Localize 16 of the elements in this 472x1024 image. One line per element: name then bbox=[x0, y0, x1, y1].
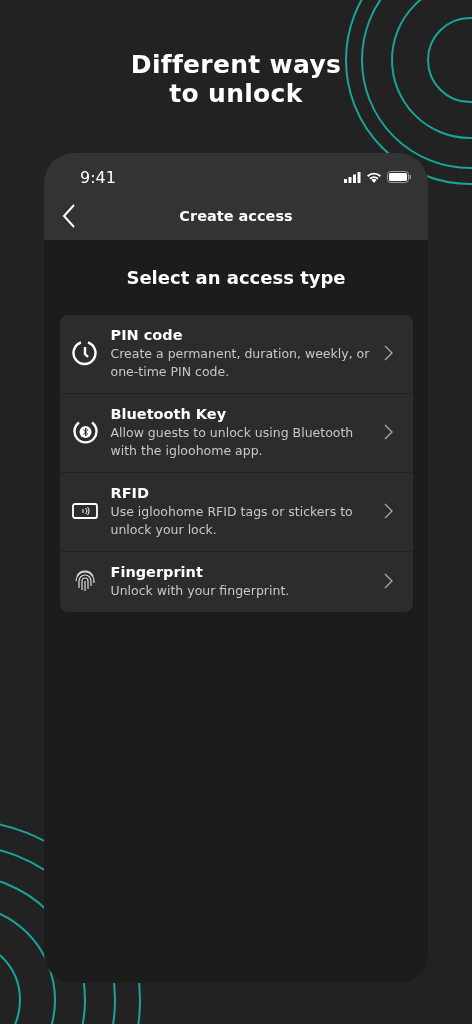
status-time: 9:41 bbox=[80, 167, 116, 187]
option-description: Allow guests to unlock using Bluetooth with the igloohome app. bbox=[110, 424, 355, 460]
option-title: RFID bbox=[110, 484, 150, 503]
section-title: Select an access type bbox=[126, 267, 346, 288]
option-title: PIN code bbox=[110, 326, 184, 345]
access-type-item[interactable]: Fingerprint Unlock with your fingerprint. bbox=[59, 552, 413, 612]
access-type-item[interactable]: PIN code Create a permanent, duration, weekly, or one-time PIN code. bbox=[59, 315, 413, 394]
option-title: Bluetooth Key bbox=[110, 405, 228, 424]
headline: Different ways to unlock bbox=[129, 50, 343, 108]
screen-title: Create access bbox=[179, 208, 293, 224]
option-description: Create a permanent, duration, weekly, or one-time PIN code. bbox=[110, 345, 371, 381]
option-title: Fingerprint bbox=[110, 563, 204, 582]
option-description: Unlock with your fingerprint. bbox=[110, 582, 291, 600]
access-type-item[interactable]: RFID Use igloohome RFID tags or stickers to unlock your lock. bbox=[59, 473, 413, 552]
option-description: Use igloohome RFID tags or stickers to unlock your lock. bbox=[110, 503, 354, 539]
access-type-item[interactable]: Bluetooth Key Allow guests to unlock using Bluetooth with the igloohome app. bbox=[59, 394, 413, 473]
